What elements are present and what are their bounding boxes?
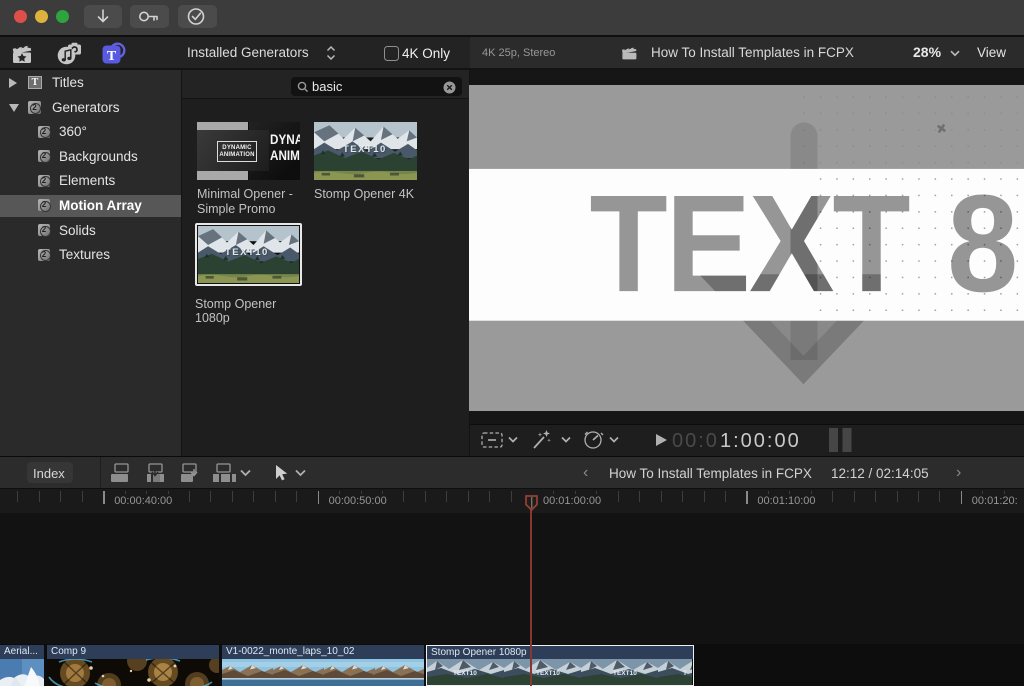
svg-text:00:0: 00:0 bbox=[672, 430, 719, 452]
svg-text:TEXT10: TEXT10 bbox=[453, 670, 477, 677]
svg-text:TEXT10: TEXT10 bbox=[536, 670, 560, 677]
svg-text:T: T bbox=[107, 49, 117, 64]
svg-text:T: T bbox=[683, 670, 687, 677]
svg-text:TEXT10: TEXT10 bbox=[613, 670, 637, 677]
svg-text:1:00:00: 1:00:00 bbox=[720, 430, 801, 452]
